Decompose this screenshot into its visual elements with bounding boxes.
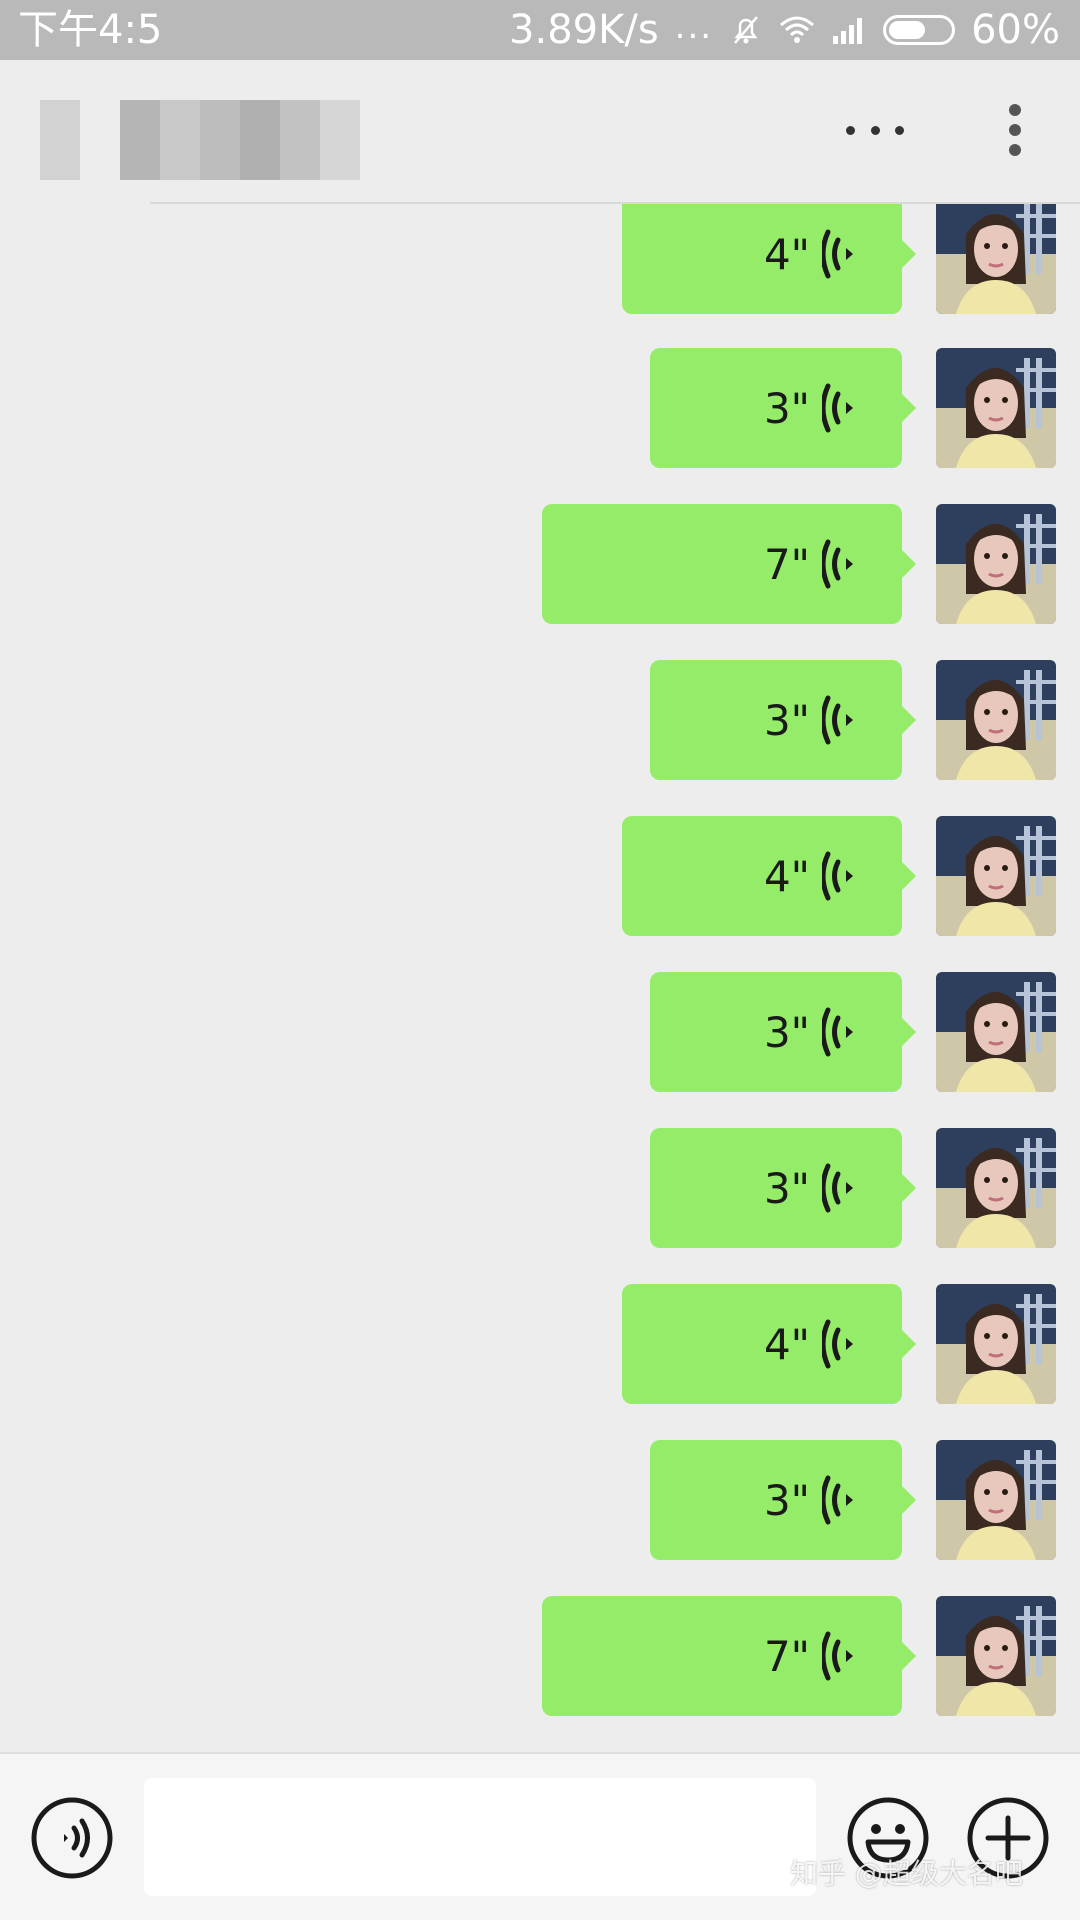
voice-duration: 4" [763, 229, 810, 279]
voice-message-bubble[interactable]: 3" [650, 348, 916, 468]
input-bar [0, 1752, 1080, 1920]
voice-duration: 4" [763, 1319, 810, 1369]
chat-header [0, 60, 1080, 204]
battery-percent: 60% [971, 7, 1060, 53]
message-row: 3" [650, 660, 1056, 780]
avatar-image [936, 1440, 1056, 1560]
avatar-image [936, 972, 1056, 1092]
avatar[interactable] [936, 660, 1056, 780]
voice-duration: 3" [763, 1163, 810, 1213]
voice-duration: 3" [763, 695, 810, 745]
voice-wave-icon [822, 1631, 853, 1681]
voice-wave-icon [822, 1319, 853, 1369]
voice-message-bubble[interactable]: 3" [650, 972, 916, 1092]
voice-duration: 3" [763, 1475, 810, 1525]
more-vertical-icon[interactable] [995, 100, 1035, 160]
message-row: 4" [622, 816, 1056, 936]
voice-message-bubble[interactable]: 4" [622, 816, 916, 936]
message-row: 4" [622, 1284, 1056, 1404]
status-time: 下午4:5 [18, 7, 163, 53]
status-right: 3.89K/s ... 60% [509, 7, 1060, 53]
avatar-image [936, 1284, 1056, 1404]
notification-dots: ... [674, 7, 714, 47]
avatar-image [936, 504, 1056, 624]
voice-wave-icon [822, 695, 853, 745]
avatar-image [936, 660, 1056, 780]
message-row: 3" [650, 1128, 1056, 1248]
avatar-image [936, 1596, 1056, 1716]
voice-wave-icon [822, 383, 853, 433]
avatar-image [936, 816, 1056, 936]
voice-duration: 7" [763, 1631, 810, 1681]
network-speed: 3.89K/s [509, 7, 659, 53]
avatar-image [936, 348, 1056, 468]
voice-wave-icon [822, 1475, 853, 1525]
avatar-image [936, 204, 1056, 314]
avatar[interactable] [936, 1596, 1056, 1716]
avatar[interactable] [936, 504, 1056, 624]
message-row: 3" [650, 348, 1056, 468]
voice-wave-icon [822, 229, 853, 279]
voice-message-bubble[interactable]: 7" [542, 504, 916, 624]
signal-icon [833, 18, 863, 44]
voice-message-bubble[interactable]: 3" [650, 1128, 916, 1248]
voice-mode-icon[interactable] [30, 1796, 114, 1880]
avatar[interactable] [936, 1284, 1056, 1404]
wifi-icon [780, 16, 815, 43]
voice-duration: 4" [763, 851, 810, 901]
message-row: 3" [650, 972, 1056, 1092]
voice-message-bubble[interactable]: 7" [542, 1596, 916, 1716]
voice-message-bubble[interactable]: 3" [650, 1440, 916, 1560]
avatar-image [936, 1128, 1056, 1248]
voice-wave-icon [822, 1163, 853, 1213]
voice-message-bubble[interactable]: 4" [622, 204, 916, 314]
battery-icon [883, 15, 956, 45]
avatar[interactable] [936, 1440, 1056, 1560]
avatar[interactable] [936, 204, 1056, 314]
message-input[interactable] [144, 1778, 816, 1896]
message-row: 3" [650, 1440, 1056, 1560]
watermark: 知乎 @超级大名吧 [790, 1857, 1023, 1890]
voice-duration: 3" [763, 383, 810, 433]
message-list[interactable]: 4" 3" 7" 3" 4" 3" 3" 4" 3" 7" [0, 204, 1080, 1752]
voice-duration: 3" [763, 1007, 810, 1057]
voice-wave-icon [822, 539, 853, 589]
message-row: 7" [542, 1596, 1056, 1716]
message-row: 7" [542, 504, 1056, 624]
voice-wave-icon [822, 851, 853, 901]
more-horizontal-icon[interactable] [840, 100, 910, 160]
voice-message-bubble[interactable]: 4" [622, 1284, 916, 1404]
voice-wave-icon [822, 1007, 853, 1057]
avatar[interactable] [936, 348, 1056, 468]
voice-duration: 7" [763, 539, 810, 589]
avatar[interactable] [936, 816, 1056, 936]
status-bar: 下午4:5 3.89K/s ... 60% [0, 0, 1080, 60]
voice-message-bubble[interactable]: 3" [650, 660, 916, 780]
avatar[interactable] [936, 1128, 1056, 1248]
message-row: 4" [622, 204, 1056, 314]
mute-bell-icon [734, 16, 759, 44]
avatar[interactable] [936, 972, 1056, 1092]
chat-title-blurred [40, 82, 400, 182]
